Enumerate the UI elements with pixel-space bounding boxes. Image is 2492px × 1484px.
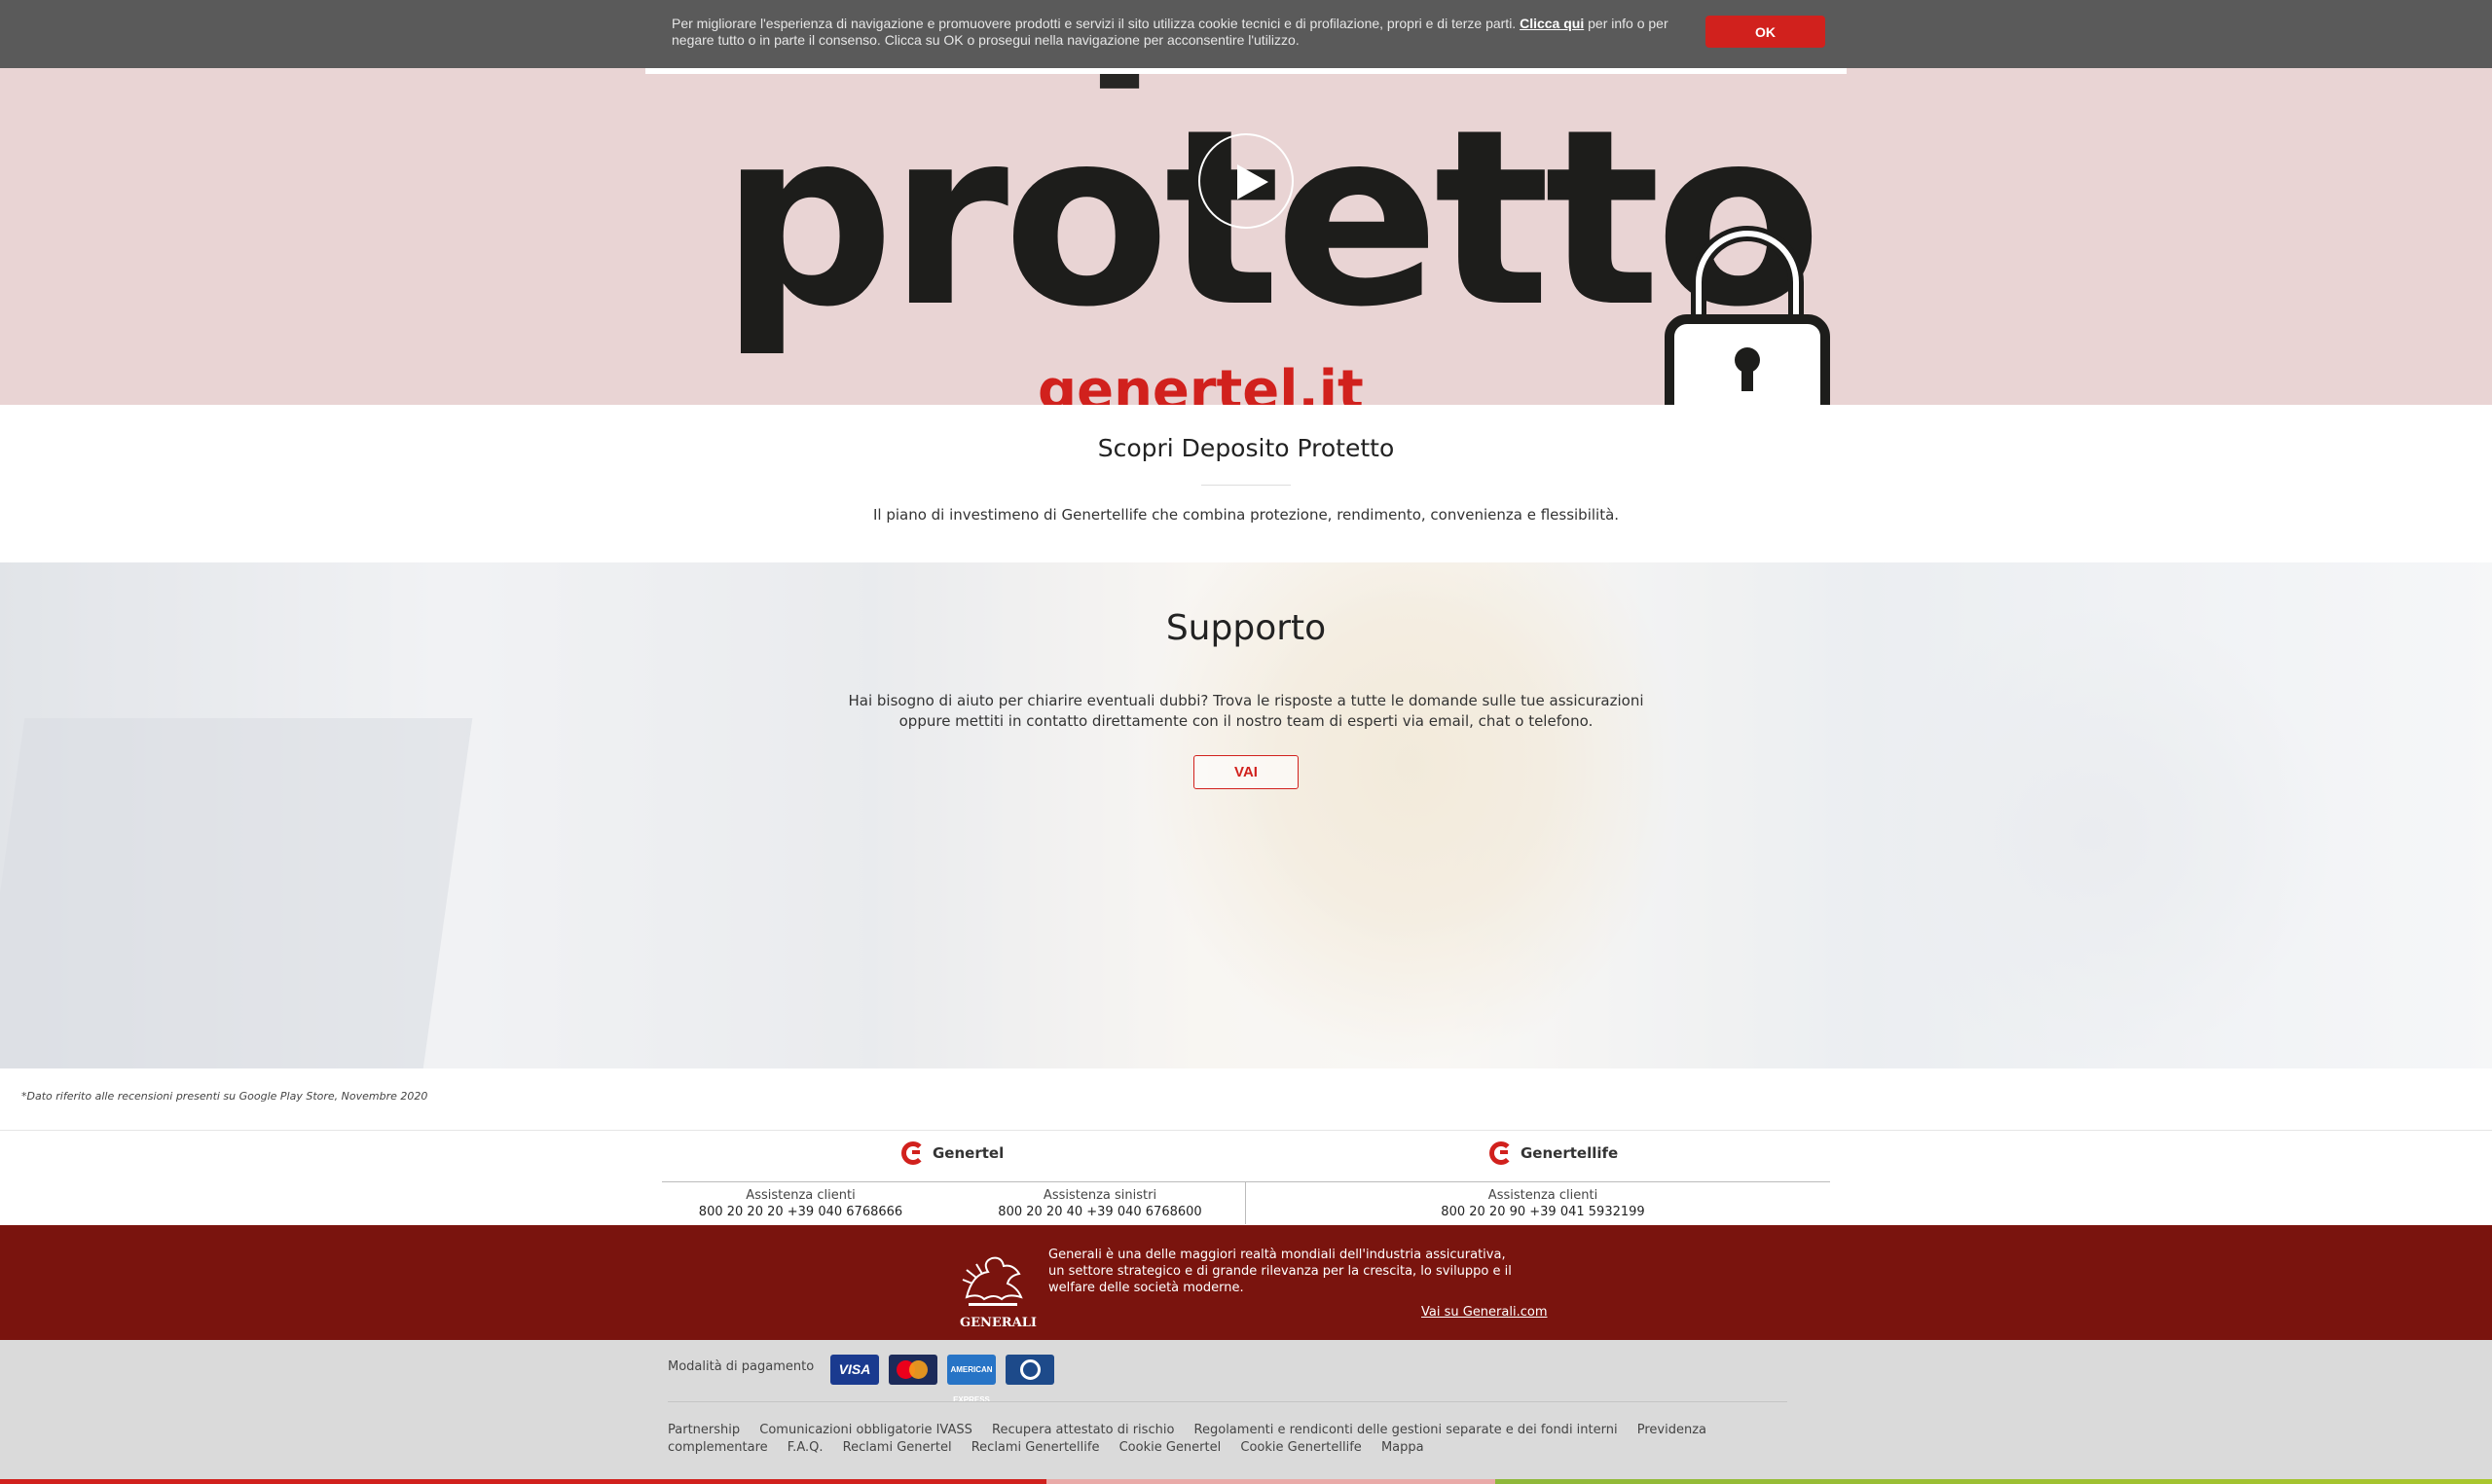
footer-link-reclami-genertellife[interactable]: Reclami Genertellife <box>971 1440 1100 1455</box>
footer-link-cookie-genertellife[interactable]: Cookie Genertellife <box>1240 1440 1361 1455</box>
visa-card-icon: VISA <box>830 1355 879 1385</box>
generali-lion-icon <box>962 1256 1023 1306</box>
genertel-brand: Genertel <box>901 1141 1004 1165</box>
generali-link[interactable]: Vai su Generali.com <box>1421 1305 1547 1320</box>
genertel-clienti-number[interactable]: 800 20 20 20 +39 040 6768666 <box>681 1204 920 1220</box>
genertellife-clienti-label: Assistenza clienti <box>1487 1188 1598 1203</box>
footer-link-ivass[interactable]: Comunicazioni obbligatorie IVASS <box>759 1423 972 1437</box>
genertellife-logo-icon <box>1489 1141 1513 1165</box>
genertel-assistenza-clienti: Assistenza clienti 800 20 20 20 +39 040 … <box>681 1187 920 1220</box>
supporto-vai-button[interactable]: VAI <box>1193 755 1299 789</box>
scopri-description: Il piano di investimeno di Genertellife … <box>872 506 1620 524</box>
genertel-clienti-label: Assistenza clienti <box>746 1188 856 1203</box>
generali-description: Generali è una delle maggiori realtà mon… <box>1048 1248 1512 1295</box>
scopri-title: Scopri Deposito Protetto <box>1097 434 1395 462</box>
genertellife-assistenza-clienti: Assistenza clienti 800 20 20 90 +39 041 … <box>1421 1187 1665 1220</box>
genertel-contact-line <box>662 1181 1246 1182</box>
supporto-description: Hai bisogno di aiuto per chiarire eventu… <box>848 692 1644 730</box>
genertel-hero-logo: genertel.it <box>1038 359 1364 406</box>
footer-link-faq[interactable]: F.A.Q. <box>788 1440 824 1455</box>
footer-link-mappa[interactable]: Mappa <box>1381 1440 1424 1455</box>
lock-icon <box>1665 226 1830 405</box>
footer-divider <box>668 1401 1787 1402</box>
mastercard-circle-orange <box>909 1360 928 1379</box>
bottom-color-bar <box>0 1479 2492 1484</box>
amex-card-icon: AMERICAN EXPRESS <box>947 1355 996 1404</box>
footer-link-reclami-genertel[interactable]: Reclami Genertel <box>843 1440 952 1455</box>
genertel-sinistri-label: Assistenza sinistri <box>1043 1188 1157 1203</box>
scopri-divider <box>1201 485 1291 486</box>
cookie-text-part1: Per migliorare l'esperienza di navigazio… <box>672 16 1517 31</box>
genertel-logo-icon <box>901 1141 925 1165</box>
genertel-brand-label: Genertel <box>933 1144 1005 1162</box>
footer: Modalità di pagamento VISA AMERICAN EXPR… <box>0 1340 2492 1484</box>
hero-strip <box>645 68 1847 74</box>
generali-logo-text: GENERALI <box>960 1316 1037 1330</box>
play-video-button[interactable] <box>1198 133 1294 229</box>
generali-band: GENERALI Generali è una delle maggiori r… <box>0 1225 2492 1340</box>
diners-circle <box>1020 1359 1041 1380</box>
visa-label: VISA <box>838 1361 871 1377</box>
note-divider <box>0 1130 2492 1131</box>
cookie-text: Per migliorare l'esperienza di navigazio… <box>672 16 1694 49</box>
genertel-sinistri-number[interactable]: 800 20 20 40 +39 040 6768600 <box>978 1204 1222 1220</box>
footer-link-attestato[interactable]: Recupera attestato di rischio <box>992 1423 1174 1437</box>
payment-label: Modalità di pagamento <box>668 1359 815 1374</box>
cookie-info-link[interactable]: Clicca qui <box>1520 16 1584 31</box>
amex-label: AMERICAN EXPRESS <box>950 1365 993 1404</box>
footer-links: Partnership Comunicazioni obbligatorie I… <box>668 1422 1816 1457</box>
footer-link-cookie-genertel[interactable]: Cookie Genertel <box>1119 1440 1222 1455</box>
supporto-section: Supporto Hai bisogno di aiuto per chiari… <box>0 562 2492 1068</box>
cookie-bar: Per migliorare l'esperienza di navigazio… <box>0 0 2492 68</box>
cookie-ok-button[interactable]: OK <box>1705 16 1825 48</box>
supporto-title: Supporto <box>1165 608 1327 648</box>
genertellife-brand: Genertellife <box>1489 1141 1618 1165</box>
genertellife-clienti-number[interactable]: 800 20 20 90 +39 041 5932199 <box>1421 1204 1665 1220</box>
footnote: *Dato riferito alle recensioni presenti … <box>21 1090 428 1103</box>
footer-link-regolamenti[interactable]: Regolamenti e rendiconti delle gestioni … <box>1194 1423 1618 1437</box>
footer-link-partnership[interactable]: Partnership <box>668 1423 740 1437</box>
mastercard-icon <box>889 1355 937 1385</box>
genertellife-contact-line <box>1246 1181 1830 1182</box>
genertellife-brand-label: Genertellife <box>1521 1144 1619 1162</box>
contact-separator <box>1245 1181 1246 1224</box>
genertel-assistenza-sinistri: Assistenza sinistri 800 20 20 40 +39 040… <box>978 1187 1222 1220</box>
scopri-section: Scopri Deposito Protetto Il piano di inv… <box>0 405 2492 562</box>
diners-card-icon <box>1006 1355 1054 1385</box>
